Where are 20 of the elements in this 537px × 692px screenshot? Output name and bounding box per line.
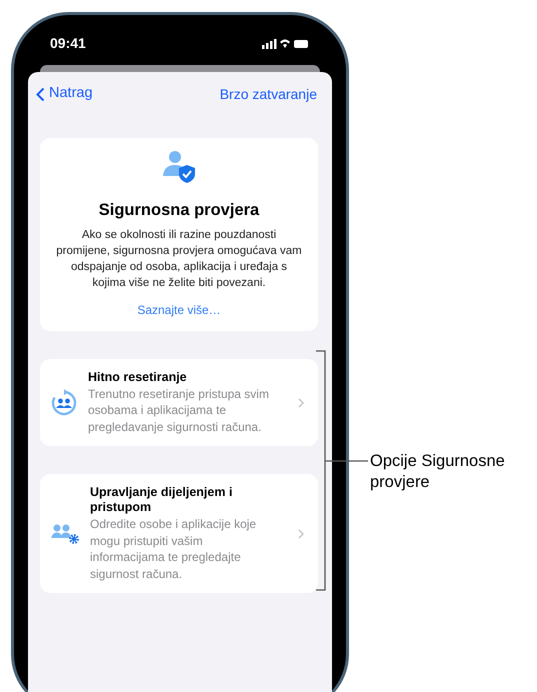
option-title: Hitno resetiranje <box>88 370 188 385</box>
option-description: Trenutno resetiranje pristupa svim osobama i aplikacijama te pregledavanje sigurnosti računa. <box>88 386 270 436</box>
chevron-right-icon <box>298 528 304 539</box>
quick-exit-button[interactable]: Brzo zatvaranje <box>220 84 317 104</box>
header-description: Ako se okolnosti ili razine pouzdanosti promijene, sigurnosna provjera omogućava vam odspajanje od osoba, aplikacija i uređaja s kojima više ne želite biti povezani. <box>56 228 302 291</box>
status-time: 09:41 <box>50 34 86 52</box>
chevron-left-icon <box>36 86 45 102</box>
option-row[interactable]: Upravljanje dijeljenjem i pristupom Odredite osobe i aplikacije koje mogu pristupiti vašim informacijama te pregledajte sigurnost računa. <box>40 474 318 594</box>
option-title: Upravljanje dijeljenjem i pristupom <box>90 485 234 516</box>
reset-people-icon <box>50 388 78 416</box>
person-shield-icon <box>162 150 196 184</box>
option-row[interactable]: Hitno resetiranje Trenutno resetiranje pristupa svim osobama i aplikacijama te pregledavanje sigurnosti računa. <box>40 358 318 446</box>
learn-more-link[interactable]: Saznajte više… <box>137 300 221 319</box>
status-icons <box>262 38 310 48</box>
back-button[interactable]: Natrag <box>36 83 93 105</box>
people-gear-icon <box>50 522 80 545</box>
callout-label: Opcije Sigurnosne provjere <box>370 451 506 493</box>
option-description: Odredite osobe i aplikacije koje mogu pristupiti vašim informacijama te pregledajte sigurnost računa. <box>90 516 258 582</box>
chevron-right-icon <box>298 398 304 408</box>
header-title: Sigurnosna provjera <box>98 200 260 221</box>
